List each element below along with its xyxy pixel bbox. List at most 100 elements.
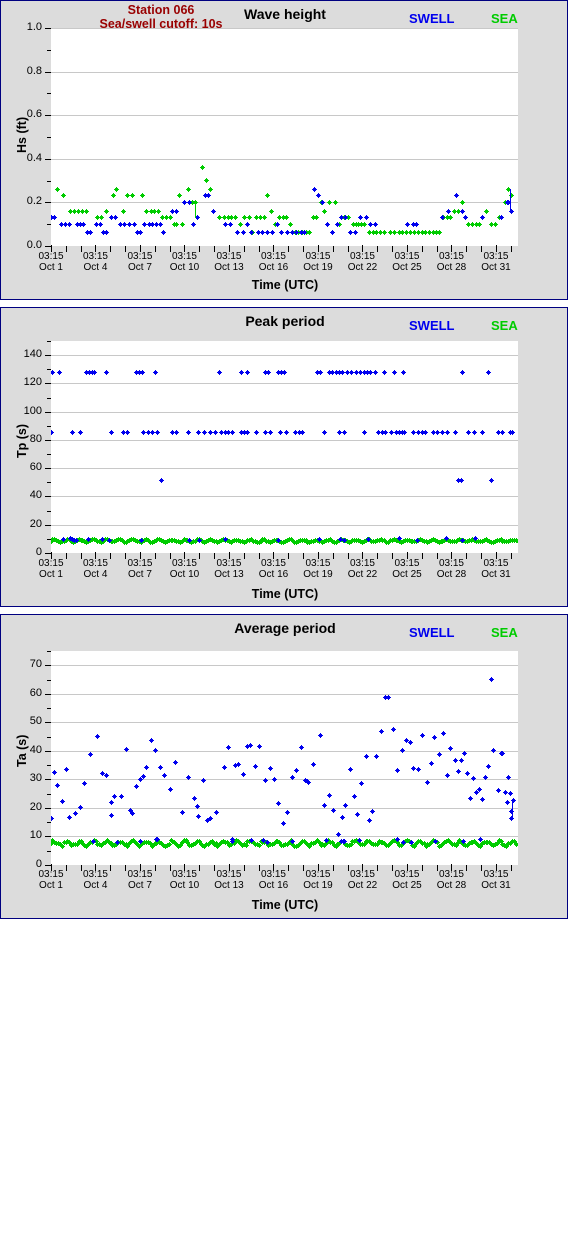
y-axis-label: 30 <box>29 772 42 785</box>
data-point <box>334 221 340 227</box>
plot-inner-1 <box>51 341 518 553</box>
gridline <box>51 665 518 667</box>
y-axis-label: 60 <box>29 461 42 474</box>
data-point <box>139 369 145 375</box>
data-point <box>515 842 518 848</box>
data-point <box>300 430 306 436</box>
data-point <box>264 230 270 236</box>
data-point <box>88 751 94 757</box>
data-point <box>485 369 491 375</box>
data-point <box>257 744 263 750</box>
data-point <box>366 817 372 823</box>
data-point <box>515 539 518 545</box>
data-point <box>395 768 401 774</box>
data-point <box>139 193 145 199</box>
data-point <box>261 215 267 221</box>
y-axis-label: 0.0 <box>26 239 42 251</box>
data-point <box>245 369 251 375</box>
x-axis-label-time: 03:15 <box>483 251 509 262</box>
data-point <box>437 230 443 236</box>
data-point <box>245 221 251 227</box>
data-point <box>70 430 76 436</box>
data-point <box>477 221 483 227</box>
data-point <box>322 803 328 809</box>
data-point <box>120 208 126 214</box>
y-axis-tick <box>45 779 51 781</box>
panel-wave-height: Station 066 Sea/swell cutoff: 10s Wave h… <box>0 0 568 300</box>
data-point <box>203 178 209 184</box>
data-point <box>304 778 310 784</box>
data-point <box>67 814 73 820</box>
data-point <box>134 784 139 790</box>
data-point <box>390 726 396 732</box>
gridline <box>51 807 518 809</box>
data-point <box>310 762 316 768</box>
data-point <box>488 677 494 683</box>
data-point <box>362 221 368 227</box>
y-axis-minor-tick <box>47 224 51 226</box>
data-point <box>459 199 465 205</box>
gridline <box>51 496 518 498</box>
data-point <box>108 430 114 436</box>
data-point <box>386 694 392 700</box>
data-point <box>484 208 490 214</box>
data-point <box>322 430 328 436</box>
gridline <box>51 158 518 160</box>
data-point <box>359 780 365 786</box>
data-point <box>362 430 368 436</box>
data-point <box>185 186 191 192</box>
y-axis-label: 0.2 <box>26 195 42 208</box>
data-point <box>400 369 406 375</box>
y-axis-tick <box>45 722 51 724</box>
connector-line <box>509 189 511 212</box>
data-point <box>401 840 407 846</box>
gridline <box>51 722 518 724</box>
data-point <box>236 762 242 768</box>
data-point <box>374 754 380 760</box>
data-point <box>472 430 478 436</box>
data-point <box>131 221 137 227</box>
data-point <box>261 838 267 844</box>
data-point <box>355 811 360 817</box>
data-point <box>289 775 295 781</box>
data-point <box>506 775 512 781</box>
data-point <box>191 221 197 227</box>
data-point <box>363 215 369 221</box>
data-point <box>397 536 403 542</box>
data-point <box>200 165 205 171</box>
x-axis-label: 03:15 Oct 31 <box>466 251 526 273</box>
data-point <box>454 193 460 199</box>
y-axis-minor-tick <box>47 679 51 681</box>
y-axis-tick <box>45 665 51 667</box>
data-point <box>95 733 101 739</box>
data-point <box>83 208 89 214</box>
y-axis-minor-tick <box>47 708 51 710</box>
data-point <box>211 208 217 214</box>
gridline <box>51 28 518 29</box>
legend-swell-0: SWELL <box>409 11 455 26</box>
y-axis-minor-tick <box>47 482 51 484</box>
x-axis-label-date: Oct 31 <box>481 880 511 891</box>
data-point <box>445 430 451 436</box>
data-point <box>298 744 304 750</box>
y-axis-label: 1.0 <box>26 21 42 33</box>
x-axis-label-time: 03:15 <box>483 869 509 880</box>
data-point <box>420 732 426 738</box>
data-point <box>326 792 332 798</box>
y-axis-label: 60 <box>29 686 42 699</box>
y-axis-minor-tick <box>47 538 51 540</box>
data-point <box>402 430 408 436</box>
y-axis-tick <box>45 496 51 498</box>
y-axis-label: 40 <box>29 743 42 756</box>
data-point <box>77 430 83 436</box>
data-point <box>113 186 119 192</box>
connector-line <box>511 800 513 819</box>
data-point <box>466 430 472 436</box>
legend-sea-1: SEA <box>491 318 518 333</box>
data-point <box>439 215 445 221</box>
data-point <box>112 215 118 221</box>
data-point <box>245 430 251 436</box>
data-point <box>460 208 466 214</box>
data-point <box>306 230 312 236</box>
data-point <box>315 193 321 199</box>
